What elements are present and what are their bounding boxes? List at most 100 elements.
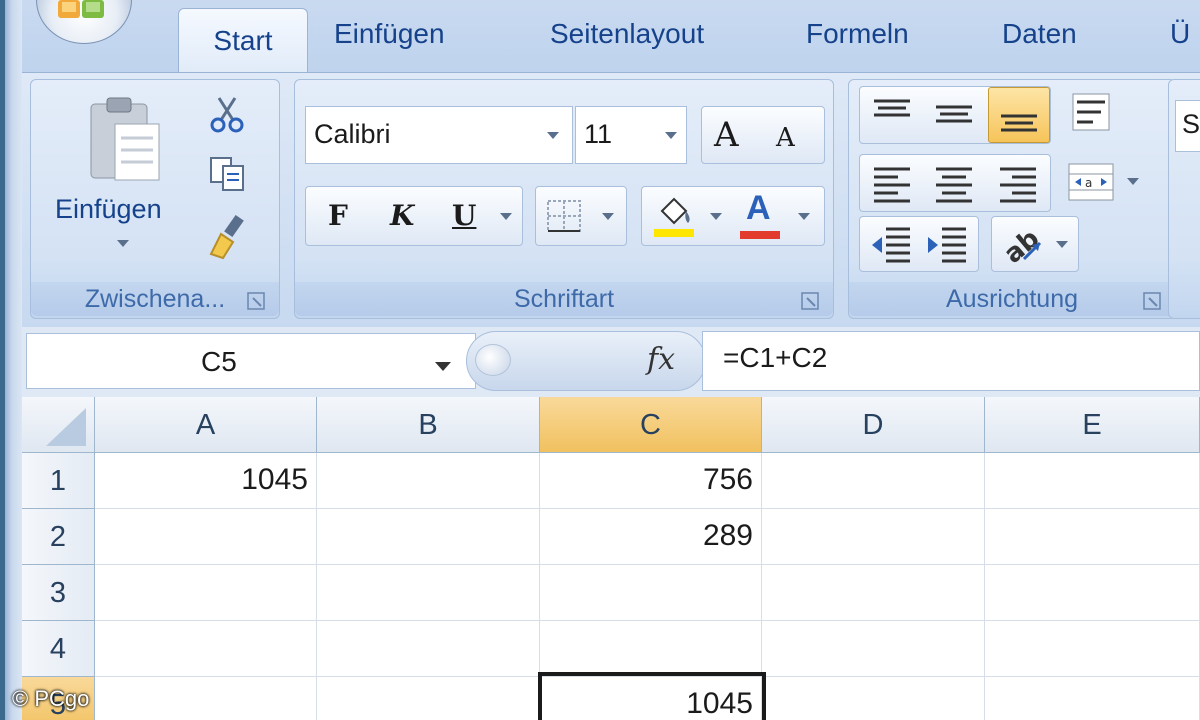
borders-icon [547, 200, 581, 232]
font-color-dropdown-icon[interactable] [798, 213, 810, 220]
row-header-1[interactable]: 1 [22, 453, 95, 509]
group-label-font: Schriftart [295, 282, 833, 316]
row-header-2[interactable]: 2 [22, 509, 95, 565]
tab-start[interactable]: Start [178, 8, 308, 78]
cut-icon[interactable] [207, 94, 247, 134]
active-cell-border [538, 672, 766, 720]
number-format-combobox[interactable]: S [1175, 100, 1200, 152]
tab-formeln[interactable]: Formeln [806, 18, 909, 50]
group-label-clipboard: Zwischena... [31, 282, 279, 316]
paste-icon[interactable] [87, 94, 163, 184]
office-logo-icon [58, 0, 104, 18]
dialog-launcher-icon[interactable] [247, 292, 265, 310]
cell-b2[interactable] [317, 509, 540, 565]
font-size-value: 11 [584, 119, 613, 149]
copy-icon[interactable] [207, 154, 247, 194]
bold-button[interactable]: F [328, 199, 348, 232]
watermark: © PCgo [12, 686, 90, 711]
cell-b3[interactable] [317, 565, 540, 621]
align-middle-icon[interactable] [934, 97, 974, 133]
align-bottom-button[interactable] [988, 87, 1050, 143]
grow-font-button[interactable]: A [714, 115, 739, 155]
dialog-launcher-icon[interactable] [1143, 292, 1161, 310]
tab-einfuegen[interactable]: Einfügen [334, 18, 445, 50]
underline-dropdown-icon[interactable] [500, 213, 512, 220]
column-header-b[interactable]: B [317, 397, 540, 453]
cell-b4[interactable] [317, 621, 540, 677]
cell-a1[interactable]: 1045 [95, 453, 317, 509]
font-name-combobox[interactable]: Calibri [305, 106, 573, 164]
underline-button[interactable]: U [452, 199, 476, 232]
font-name-value: Calibri [314, 119, 391, 149]
italic-button[interactable]: K [390, 199, 414, 232]
shrink-font-button[interactable]: A [776, 123, 795, 153]
formula-input[interactable]: =C1+C2 [702, 331, 1200, 391]
align-right-icon[interactable] [998, 165, 1038, 203]
cell-d3[interactable] [762, 565, 985, 621]
select-all-button[interactable] [22, 397, 95, 453]
cell-c2[interactable]: 289 [540, 509, 762, 565]
cell-c4[interactable] [540, 621, 762, 677]
borders-button[interactable] [535, 186, 627, 246]
indent-group [859, 216, 979, 272]
font-color-swatch [740, 231, 780, 239]
formula-bar-area: C5 fx =C1+C2 [22, 327, 1200, 397]
cell-e5[interactable] [985, 677, 1200, 720]
align-left-icon[interactable] [872, 165, 912, 203]
format-painter-icon[interactable] [205, 214, 251, 260]
row-header-3[interactable]: 3 [22, 565, 95, 621]
cell-a2[interactable] [95, 509, 317, 565]
tab-partial[interactable]: Ü [1170, 18, 1190, 50]
increase-indent-icon[interactable] [926, 225, 968, 263]
cell-a3[interactable] [95, 565, 317, 621]
cell-c3[interactable] [540, 565, 762, 621]
name-box-dropdown-icon[interactable] [435, 362, 451, 371]
align-top-icon[interactable] [872, 97, 912, 133]
orientation-dropdown-icon[interactable] [1056, 241, 1068, 248]
cell-a4[interactable] [95, 621, 317, 677]
group-partial: S [1168, 79, 1200, 319]
dialog-launcher-icon[interactable] [801, 292, 819, 310]
cell-b1[interactable] [317, 453, 540, 509]
column-header-d[interactable]: D [762, 397, 985, 453]
fill-color-icon[interactable] [652, 193, 696, 239]
paste-dropdown-arrow-icon[interactable] [117, 240, 129, 247]
paste-button-label[interactable]: Einfügen [55, 194, 162, 225]
cell-d5[interactable] [762, 677, 985, 720]
insert-function-icon[interactable]: fx [647, 342, 675, 377]
fill-color-dropdown-icon[interactable] [710, 213, 722, 220]
group-clipboard: Einfügen Zwischena... [30, 79, 280, 319]
formula-bar-buttons: fx [466, 331, 706, 391]
column-header-e[interactable]: E [985, 397, 1200, 453]
align-center-icon[interactable] [934, 165, 974, 203]
decrease-indent-icon[interactable] [870, 225, 912, 263]
tab-daten[interactable]: Daten [1002, 18, 1077, 50]
svg-text:a: a [1085, 176, 1092, 190]
orientation-button[interactable]: ab [991, 216, 1079, 272]
merge-center-icon[interactable]: a [1067, 160, 1117, 204]
cell-d1[interactable] [762, 453, 985, 509]
column-header-a[interactable]: A [95, 397, 317, 453]
font-name-dropdown-icon[interactable] [547, 132, 559, 139]
borders-dropdown-icon[interactable] [602, 213, 614, 220]
cell-d4[interactable] [762, 621, 985, 677]
spreadsheet-grid: A B C D E 1 1045 756 2 289 3 4 5 1045 [22, 397, 1200, 720]
font-size-dropdown-icon[interactable] [665, 132, 677, 139]
row-header-4[interactable]: 4 [22, 621, 95, 677]
column-header-c[interactable]: C [540, 397, 762, 453]
font-color-button[interactable]: A [746, 189, 771, 228]
wrap-text-icon[interactable] [1071, 92, 1117, 136]
cell-e3[interactable] [985, 565, 1200, 621]
name-box-value: C5 [201, 346, 237, 377]
cell-e2[interactable] [985, 509, 1200, 565]
cell-e4[interactable] [985, 621, 1200, 677]
cell-d2[interactable] [762, 509, 985, 565]
merge-dropdown-icon[interactable] [1127, 178, 1139, 185]
formula-bar-handle[interactable] [475, 344, 511, 376]
cell-b5[interactable] [317, 677, 540, 720]
cell-c1[interactable]: 756 [540, 453, 762, 509]
name-box[interactable]: C5 [26, 333, 476, 389]
cell-e1[interactable] [985, 453, 1200, 509]
tab-seitenlayout[interactable]: Seitenlayout [550, 18, 704, 50]
cell-a5[interactable] [95, 677, 317, 720]
